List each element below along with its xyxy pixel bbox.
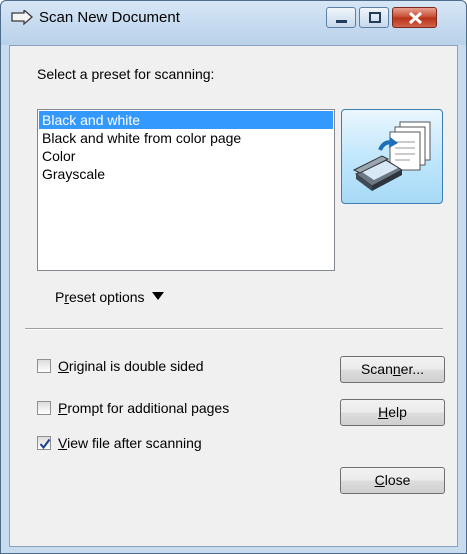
preset-prompt-label: Select a preset for scanning: <box>37 66 215 82</box>
help-button-rest: elp <box>388 404 407 420</box>
scanner-arrow-icon <box>11 10 33 26</box>
preset-list[interactable]: Black and white Black and white from col… <box>37 109 335 271</box>
help-button-accel: H <box>378 404 389 420</box>
close-icon <box>408 11 423 25</box>
close-button-accel: C <box>374 472 385 488</box>
additional-pages-label: Prompt for additional pages <box>58 400 229 416</box>
preset-item[interactable]: Color <box>39 147 333 165</box>
preset-options-label-rest: eset options <box>69 289 145 305</box>
scanner-button[interactable]: Scanner... <box>340 356 445 383</box>
triangle-down-icon <box>152 292 165 300</box>
section-divider <box>25 328 443 330</box>
preset-item[interactable]: Grayscale <box>39 165 333 183</box>
double-sided-label-rest: riginal is double sided <box>68 358 204 374</box>
window-title: Scan New Document <box>39 9 180 26</box>
preset-options-dropdown[interactable]: Preset options <box>55 289 165 305</box>
view-file-label-accel: V <box>58 435 68 451</box>
scanner-button-prefix: Scan <box>360 361 393 377</box>
double-sided-checkbox[interactable] <box>37 359 51 373</box>
view-file-checkbox[interactable] <box>37 436 51 450</box>
checkmark-icon <box>39 438 51 450</box>
minimize-button[interactable] <box>326 7 356 28</box>
scan-button[interactable] <box>341 109 443 204</box>
minimize-icon <box>336 20 347 23</box>
preset-item-label: Black and white <box>42 112 141 128</box>
maximize-icon <box>369 12 381 23</box>
scanner-button-accel: n <box>392 361 401 377</box>
maximize-button[interactable] <box>359 7 389 28</box>
double-sided-label-accel: O <box>58 358 69 374</box>
view-file-label-rest: iew file after scanning <box>67 435 202 451</box>
preset-options-label-prefix: P <box>55 289 65 305</box>
view-file-label: View file after scanning <box>58 435 202 451</box>
close-window-button[interactable] <box>392 7 437 28</box>
preset-item-label: Black and white from color page <box>42 130 242 146</box>
additional-pages-checkbox[interactable] <box>37 401 51 415</box>
help-button[interactable]: Help <box>340 399 445 426</box>
scan-dialog-window: Scan New Document Select a preset for sc… <box>0 0 467 554</box>
scanner-with-documents-icon <box>352 121 431 191</box>
additional-pages-label-accel: P <box>58 400 68 416</box>
close-button[interactable]: Close <box>340 467 445 494</box>
preset-item-label: Grayscale <box>42 166 106 182</box>
scanner-button-rest: er... <box>400 361 425 377</box>
preset-item[interactable]: Black and white from color page <box>39 129 333 147</box>
preset-item-label: Color <box>42 148 76 164</box>
title-bar[interactable]: Scan New Document <box>1 1 466 45</box>
preset-item[interactable]: Black and white <box>39 111 333 129</box>
double-sided-label: Original is double sided <box>58 358 204 374</box>
dialog-body: Select a preset for scanning: Black and … <box>9 45 458 547</box>
close-button-rest: lose <box>384 472 411 488</box>
additional-pages-label-rest: rompt for additional pages <box>67 400 230 416</box>
